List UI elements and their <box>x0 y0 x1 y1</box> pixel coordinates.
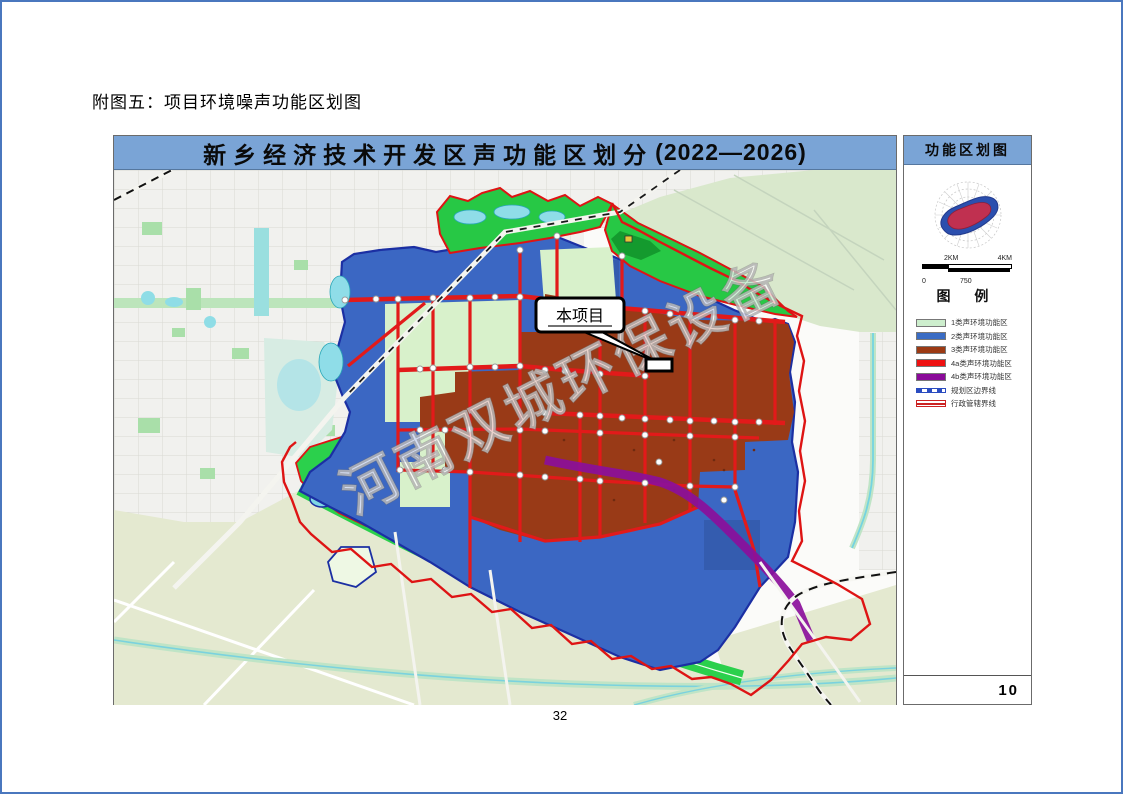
project-callout-label: 本项目 <box>556 307 604 325</box>
legend-swatch <box>916 332 946 340</box>
page-number: 32 <box>535 708 585 723</box>
lake-west <box>277 359 321 411</box>
wind-rose <box>921 176 1015 254</box>
document-page: 附图五：项目环境噪声功能区划图 新乡经济技术开发区声功能区划分(2022—202… <box>0 0 1123 794</box>
scale-label: 4KM <box>998 255 1012 262</box>
legend-item: 规划区边界线 <box>916 384 1025 398</box>
legend-item: 行政管辖界线 <box>916 397 1025 411</box>
legend-label: 3类声环境功能区 <box>951 344 1008 355</box>
legend-item: 4b类声环境功能区 <box>916 370 1025 384</box>
zoning-map: 河南双城环保设备 本项目 <box>114 170 896 705</box>
legend-item: 1类声环境功能区 <box>916 316 1025 330</box>
legend-label: 规划区边界线 <box>951 385 996 396</box>
figure-caption: 附图五：项目环境噪声功能区划图 <box>92 88 362 113</box>
legend-item: 2类声环境功能区 <box>916 330 1025 344</box>
legend-title: 图 例 <box>904 286 1031 306</box>
legend-panel-title: 功能区划图 <box>904 136 1031 165</box>
legend-swatch <box>916 359 946 367</box>
legend-label: 行政管辖界线 <box>951 398 996 409</box>
scale-bar-lower <box>948 269 1010 272</box>
legend-label: 4a类声环境功能区 <box>951 358 1012 369</box>
legend-swatch <box>916 319 946 327</box>
scale-label: 750 <box>960 278 972 285</box>
legend-item: 3类声环境功能区 <box>916 343 1025 357</box>
scale-bar: 2KM 4KM 0 750 <box>922 264 1010 274</box>
legend-swatch <box>916 388 946 393</box>
map-title-bar: 新乡经济技术开发区声功能区划分(2022—2026) <box>114 136 896 170</box>
legend-label: 1类声环境功能区 <box>951 317 1008 328</box>
map-panel: 新乡经济技术开发区声功能区划分(2022—2026) <box>113 135 897 705</box>
map-title-text: 新乡经济技术开发区声功能区划分 <box>203 136 653 170</box>
divider <box>904 675 1031 676</box>
legend-label: 4b类声环境功能区 <box>951 371 1012 382</box>
legend-item: 4a类声环境功能区 <box>916 357 1025 371</box>
map-title-years: (2022—2026) <box>655 139 807 166</box>
legend-swatch <box>916 400 946 407</box>
legend-items: 1类声环境功能区 2类声环境功能区 3类声环境功能区 4a类声环境功能区 4b类声环境功… <box>916 316 1025 411</box>
project-site-marker <box>646 359 672 371</box>
legend-label: 2类声环境功能区 <box>951 331 1008 342</box>
legend-swatch <box>916 346 946 354</box>
legend-swatch <box>916 373 946 381</box>
legend-panel: 功能区划图 2KM 4KM 0 750 图 例 1类声环境功能区 2类声环境功能区… <box>903 135 1032 705</box>
scale-label: 2KM <box>944 255 958 262</box>
sheet-number: 10 <box>998 682 1019 699</box>
scale-label: 0 <box>922 278 926 285</box>
